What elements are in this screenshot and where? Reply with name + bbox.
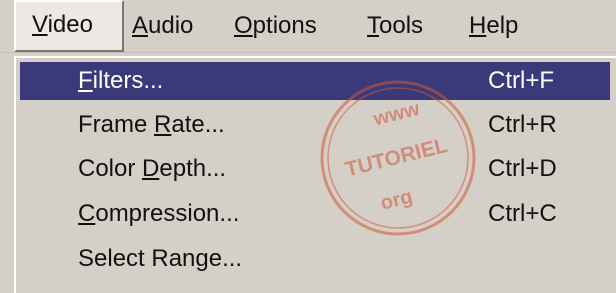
menu-item-select-range-label-pre: Select Range... [78,245,243,272]
menu-item-filters-label-post: ilters... [92,67,164,94]
menu-item-color-depth[interactable]: Color Depth... Ctrl+D [20,150,610,188]
menu-item-compression-accelerator: C [78,200,96,227]
menu-item-compression-label: Compression... [78,195,239,233]
menu-item-frame-rate-shortcut: Ctrl+R [488,111,557,138]
menu-item-frame-rate[interactable]: Frame Rate... Ctrl+R [20,106,610,144]
menu-help-label-post: elp [486,12,519,39]
video-dropdown-menu: Filters... Ctrl+F Frame Rate... Ctrl+R C… [14,56,616,293]
menu-item-filters[interactable]: Filters... Ctrl+F [20,62,610,100]
menu-item-color-depth-label: Color Depth... [78,150,226,188]
menu-options[interactable]: Options [234,0,317,52]
menu-item-color-depth-accelerator: D [142,155,160,182]
menu-item-filters-label: Filters... [78,62,163,100]
menu-tools-label-post: ools [379,12,424,39]
menu-item-color-depth-shortcut: Ctrl+D [488,155,557,182]
menu-audio-accelerator: A [132,12,149,39]
menu-help[interactable]: Help [469,0,518,52]
menu-item-frame-rate-label: Frame Rate... [78,106,225,144]
menu-video-accelerator: V [32,11,48,38]
menu-item-compression-label-post: ompression... [95,200,240,227]
menu-tools-accelerator: T [367,12,379,39]
menu-item-compression-shortcut: Ctrl+C [488,200,557,227]
menu-item-frame-rate-accelerator: R [154,111,172,138]
menu-item-frame-rate-label-pre: Frame [78,111,155,138]
menu-item-color-depth-label-pre: Color [78,155,143,182]
menu-audio[interactable]: Audio [132,0,193,52]
menu-tools[interactable]: Tools [367,0,423,52]
menu-bar: Video Audio Options Tools Help [0,0,616,53]
menu-item-filters-accelerator: F [78,67,93,94]
menu-item-select-range[interactable]: Select Range... [20,240,610,278]
menu-item-frame-rate-label-post: ate... [171,111,225,138]
menu-video-label-post: ideo [47,11,93,38]
menu-item-color-depth-label-post: epth... [159,155,227,182]
menu-audio-label-post: udio [148,12,194,39]
menu-options-accelerator: O [234,12,253,39]
menu-video[interactable]: Video [14,0,124,52]
menu-options-label-post: ptions [252,12,317,39]
menu-help-accelerator: H [469,12,487,39]
menu-item-filters-shortcut: Ctrl+F [488,67,554,94]
menu-item-select-range-label: Select Range... [78,240,242,278]
menu-item-compression[interactable]: Compression... Ctrl+C [20,195,610,233]
